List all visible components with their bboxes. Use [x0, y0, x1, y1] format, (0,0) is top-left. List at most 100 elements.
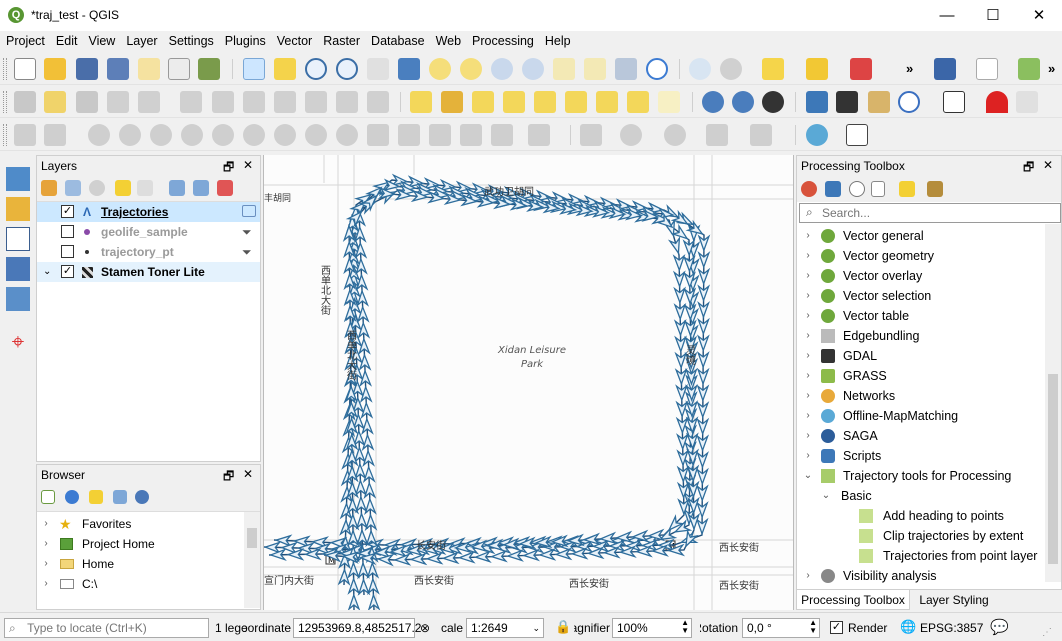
chevron-right-icon[interactable]: ›	[803, 366, 813, 386]
chevron-right-icon[interactable]: ›	[803, 386, 813, 406]
toolbox-provider-networks[interactable]: › Networks	[797, 386, 1045, 406]
layer-row-geolife-sample[interactable]: geolife_sample ⏷	[37, 222, 260, 242]
add-ring-icon[interactable]	[88, 124, 110, 146]
refresh-browser-icon[interactable]	[65, 490, 79, 504]
chevron-right-icon[interactable]: ›	[803, 346, 813, 366]
models-icon[interactable]	[801, 181, 817, 197]
add-vector-layer-icon[interactable]	[6, 227, 30, 251]
menu-plugins[interactable]: Plugins	[219, 31, 271, 52]
coordinate-field[interactable]: 12953969.8,4852517.2	[293, 618, 421, 638]
save-edits-icon[interactable]	[76, 91, 98, 113]
tab-processing-toolbox[interactable]: Processing Toolbox	[796, 590, 910, 610]
zoom-full-icon[interactable]	[398, 58, 420, 80]
layer-checkbox[interactable]	[61, 225, 74, 238]
wfs-icon[interactable]	[732, 91, 754, 113]
crs-label[interactable]: EPSG:3857	[920, 621, 983, 635]
chevron-right-icon[interactable]: ›	[803, 446, 813, 466]
temporal-icon[interactable]	[615, 58, 637, 80]
plugin-icon[interactable]	[1018, 58, 1040, 80]
maximize-button[interactable]: ☐	[970, 0, 1016, 31]
close-panel-icon[interactable]: ✕	[1043, 158, 1053, 172]
reload-icon[interactable]	[898, 91, 920, 113]
results-viewer-icon[interactable]	[871, 181, 885, 197]
menu-layer[interactable]: Layer	[120, 31, 162, 52]
toolbox-provider-scripts[interactable]: › Scripts	[797, 446, 1045, 466]
split-parts-icon[interactable]	[367, 124, 389, 146]
zoom-in-icon[interactable]	[305, 58, 327, 80]
chevron-right-icon[interactable]: ›	[803, 426, 813, 446]
show-bookmarks-icon[interactable]	[584, 58, 606, 80]
chevron-right-icon[interactable]: ›	[803, 286, 813, 306]
deselect-icon[interactable]	[850, 58, 872, 80]
chevron-right-icon[interactable]: ›	[803, 246, 813, 266]
filter-browser-icon[interactable]	[89, 490, 103, 504]
pan-map-icon[interactable]	[243, 58, 265, 80]
rotate-symbols-icon[interactable]	[460, 124, 482, 146]
merge-features-icon[interactable]	[398, 124, 420, 146]
save-project-icon[interactable]	[76, 58, 98, 80]
collapse-all-icon[interactable]	[193, 180, 209, 196]
easy-label-icon[interactable]	[658, 91, 680, 113]
browser-scrollbar[interactable]	[244, 512, 260, 608]
refresh-icon[interactable]	[646, 58, 668, 80]
options-icon[interactable]	[927, 181, 943, 197]
menu-processing[interactable]: Processing	[466, 31, 539, 52]
toolbox-provider-edgebundling[interactable]: › Edgebundling	[797, 326, 1045, 346]
expand-all-icon[interactable]	[169, 180, 185, 196]
toolbox-provider-vector-table[interactable]: › Vector table	[797, 306, 1045, 326]
crs-globe-icon[interactable]: 🌐	[900, 619, 916, 635]
undo-icon[interactable]	[336, 91, 358, 113]
add-point-icon[interactable]	[107, 91, 129, 113]
properties-icon[interactable]	[135, 490, 149, 504]
toolbox-provider-grass[interactable]: › GRASS	[797, 366, 1045, 386]
tab-layer-styling[interactable]: Layer Styling	[912, 590, 996, 610]
remove-layer-icon[interactable]	[217, 180, 233, 196]
diagram-icon[interactable]	[441, 91, 463, 113]
add-delimited-text-icon[interactable]	[6, 287, 30, 311]
chevron-right-icon[interactable]: ›	[803, 266, 813, 286]
show-hide-labels-icon[interactable]	[534, 91, 556, 113]
new-layout-icon[interactable]	[138, 58, 160, 80]
toggle-extents-icon[interactable]: ⊗	[420, 621, 430, 635]
fill-ring-icon[interactable]	[119, 124, 141, 146]
layer-row-trajectories[interactable]: ✓ Λ Trajectories	[37, 202, 260, 222]
pin-labels-icon[interactable]	[503, 91, 525, 113]
chevron-right-icon[interactable]: ›	[803, 326, 813, 346]
delete-selected-icon[interactable]	[212, 91, 234, 113]
menu-project[interactable]: Project	[0, 31, 50, 52]
add-group-icon[interactable]	[65, 180, 81, 196]
delete-ring-icon[interactable]	[181, 124, 203, 146]
open-styling-icon[interactable]	[41, 180, 57, 196]
magnet-icon[interactable]	[986, 91, 1008, 113]
rotation-field[interactable]: 0,0 ° ▲ ▼	[742, 618, 820, 638]
zoom-to-selection-icon[interactable]	[429, 58, 451, 80]
scripts-icon[interactable]	[825, 181, 841, 197]
toolbox-provider-vector-overlay[interactable]: › Vector overlay	[797, 266, 1045, 286]
toolbox-algorithm[interactable]: Add heading to points	[797, 506, 1045, 526]
zoom-next-icon[interactable]	[522, 58, 544, 80]
georeferencer-icon[interactable]	[806, 124, 828, 146]
chevron-down-icon[interactable]: ⌄	[803, 466, 813, 486]
messages-icon[interactable]: 💬	[990, 618, 1009, 636]
toolbox-search[interactable]: ⌕	[799, 203, 1061, 223]
save-as-icon[interactable]	[107, 58, 129, 80]
toolbox-provider-vector-selection[interactable]: › Vector selection	[797, 286, 1045, 306]
label-toolbar-icon[interactable]	[410, 91, 432, 113]
help-icon[interactable]	[934, 58, 956, 80]
layer-checkbox[interactable]	[61, 245, 74, 258]
filter-icon[interactable]: ⏷	[242, 222, 252, 242]
menu-database[interactable]: Database	[365, 31, 430, 52]
wms-icon[interactable]	[702, 91, 724, 113]
zoom-out-icon[interactable]	[336, 58, 358, 80]
python-console-icon[interactable]	[806, 91, 828, 113]
menu-view[interactable]: View	[82, 31, 120, 52]
toolbox-algorithm[interactable]: Clip trajectories by extent	[797, 526, 1045, 546]
layer-row-trajectory-pt[interactable]: trajectory_pt ⏷	[37, 242, 260, 262]
action-icon[interactable]	[720, 58, 742, 80]
toolbox-scrollbar[interactable]	[1045, 224, 1061, 582]
edit-indicator-icon[interactable]	[242, 205, 256, 217]
chevron-down-icon[interactable]: ⌄	[43, 262, 51, 282]
delete-part-icon[interactable]	[212, 124, 234, 146]
filter-legend-icon[interactable]	[115, 180, 131, 196]
identify-icon[interactable]	[689, 58, 711, 80]
